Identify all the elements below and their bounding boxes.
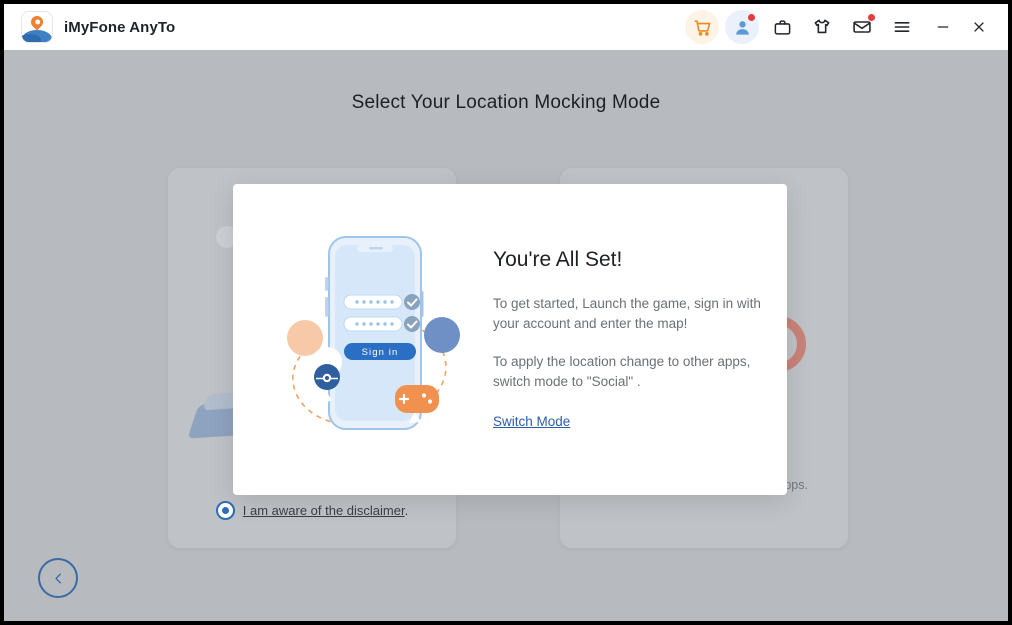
tshirt-icon[interactable]: [805, 10, 839, 44]
illustration-signin-label: Sign in: [362, 347, 399, 358]
illustration-svg: Sign in: [287, 235, 460, 430]
disclaimer-link[interactable]: I am aware of the disclaimer: [243, 503, 405, 518]
all-set-modal: Sign in You're All Set! To get started, …: [233, 184, 787, 495]
cart-icon[interactable]: [685, 10, 719, 44]
app-title: iMyFone AnyTo: [64, 18, 176, 36]
logo-pin-shape: [28, 13, 46, 31]
phone-sign-in-illustration: Sign in: [257, 225, 487, 455]
close-button[interactable]: [964, 12, 994, 42]
mail-icon[interactable]: [845, 10, 879, 44]
disclaimer-radio[interactable]: [215, 501, 235, 520]
app-logo-icon: [22, 12, 52, 42]
disclaimer-row[interactable]: I am aware of the disclaimer.: [168, 501, 456, 520]
modal-body: You're All Set! To get started, Launch t…: [493, 248, 787, 431]
app-window: iMyFone AnyTo Select Your Location Mocki…: [4, 4, 1008, 621]
back-button[interactable]: [38, 558, 78, 598]
mail-badge-dot: [868, 14, 875, 21]
title-bar: iMyFone AnyTo: [4, 4, 1008, 50]
brand: iMyFone AnyTo: [22, 12, 175, 42]
titlebar-actions: [682, 10, 994, 44]
disclaimer-radio-dot: [221, 507, 229, 514]
hamburger-menu-icon[interactable]: [885, 10, 919, 44]
minimize-button[interactable]: [928, 12, 958, 42]
disclaimer-period: .: [404, 503, 409, 518]
user-badge-dot: [748, 14, 755, 21]
user-icon[interactable]: [725, 10, 759, 44]
logo-wave-shape-2: [22, 34, 41, 42]
briefcase-icon[interactable]: [765, 10, 799, 44]
modal-heading: You're All Set!: [493, 248, 623, 271]
modal-paragraph-1: To get started, Launch the game, sign in…: [493, 296, 761, 331]
disclaimer-label[interactable]: I am aware of the disclaimer.: [243, 503, 408, 518]
chevron-left-icon: [54, 573, 61, 583]
switch-mode-link[interactable]: Switch Mode: [493, 414, 570, 429]
page-title: Select Your Location Mocking Mode: [351, 92, 661, 113]
modal-paragraph-2: To apply the location change to other ap…: [493, 354, 751, 389]
